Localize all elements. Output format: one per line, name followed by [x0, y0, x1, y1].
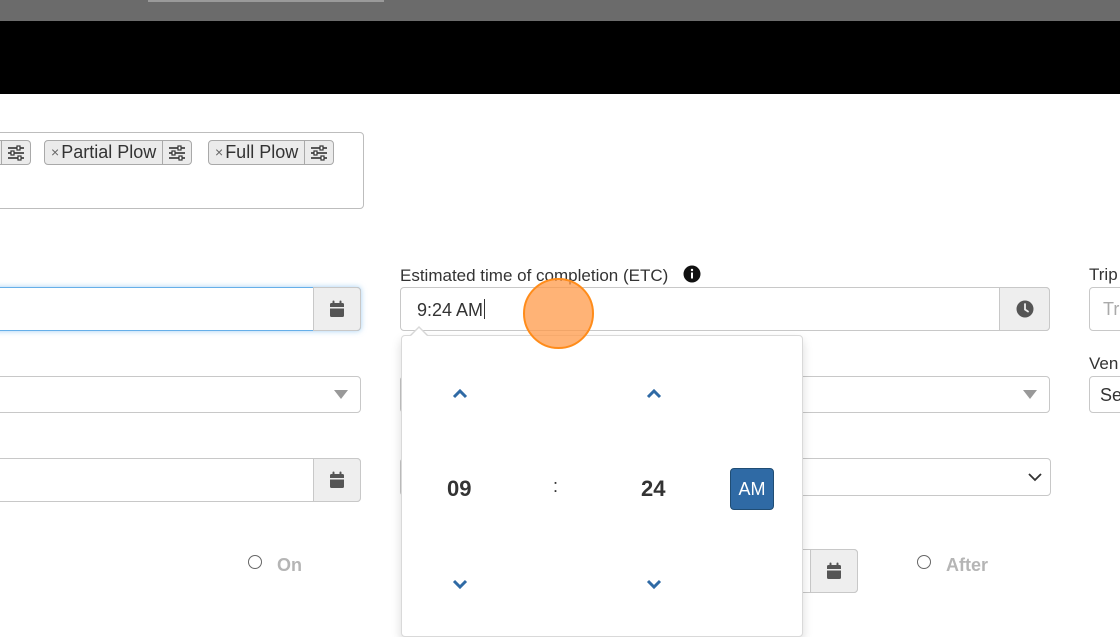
calendar-button[interactable] — [810, 549, 858, 593]
calendar-button[interactable] — [313, 287, 361, 331]
tag-item — [0, 140, 31, 165]
trip-label: Trip — [1089, 265, 1118, 284]
etc-time-input[interactable]: 9:24 AM — [400, 287, 1050, 331]
decrement-minute-button[interactable] — [639, 569, 669, 599]
trip-input[interactable]: Tr — [1089, 287, 1120, 331]
chevron-up-icon — [452, 389, 468, 399]
calendar-icon — [330, 471, 344, 488]
meridian-toggle-button[interactable]: AM — [730, 468, 774, 510]
browser-tab[interactable] — [148, 0, 384, 2]
browser-chrome — [0, 0, 1120, 21]
chevron-up-icon — [646, 389, 662, 399]
radio-after[interactable] — [917, 555, 931, 569]
calendar-icon — [827, 562, 841, 579]
clock-icon — [1016, 300, 1033, 318]
sliders-icon — [8, 144, 24, 161]
radio-on-label: On — [277, 555, 302, 575]
etc-time-text: 9:24 AM — [417, 300, 484, 320]
clock-button[interactable] — [999, 287, 1050, 331]
text-caret — [484, 299, 486, 319]
minute-value[interactable]: 24 — [641, 476, 665, 502]
hour-value[interactable]: 09 — [447, 476, 471, 502]
increment-hour-button[interactable] — [445, 379, 475, 409]
start-date-input[interactable] — [0, 287, 361, 331]
picker-arrow-inner — [411, 328, 427, 336]
decrement-hour-button[interactable] — [445, 569, 475, 599]
chevron-down-icon — [452, 579, 468, 589]
info-icon[interactable] — [683, 265, 701, 283]
sliders-icon — [169, 144, 186, 161]
caret-down-icon — [334, 390, 348, 399]
caret-down-icon — [1023, 390, 1037, 399]
calendar-icon — [330, 300, 344, 317]
time-separator: : — [553, 476, 559, 496]
increment-minute-button[interactable] — [639, 379, 669, 409]
tag-label: Full Plow — [225, 142, 299, 162]
tag-item: × Full Plow — [208, 140, 335, 165]
tag-remove-button[interactable]: × — [209, 141, 225, 164]
vendor-value: Se — [1100, 385, 1120, 405]
service-tags-input[interactable]: × Partial Plow × Full Plow — [0, 132, 364, 209]
tag-remove-button[interactable]: × — [45, 141, 61, 164]
vendor-label: Ven — [1089, 354, 1119, 373]
left-select[interactable] — [0, 376, 361, 413]
chevron-down-icon — [1028, 473, 1042, 482]
left-date-input[interactable] — [0, 458, 361, 502]
tag-item: × Partial Plow — [44, 140, 193, 165]
tag-settings-button[interactable] — [1, 141, 30, 164]
tag-settings-button[interactable] — [162, 141, 191, 164]
tag-label: Partial Plow — [61, 142, 157, 162]
tag-settings-button[interactable] — [304, 141, 333, 164]
radio-after-label: After — [946, 555, 989, 575]
etc-time-value: 9:24 AM — [417, 299, 486, 321]
calendar-button[interactable] — [313, 458, 361, 502]
vendor-select[interactable]: Se — [1089, 376, 1120, 413]
etc-label-text: Estimated time of completion (ETC) — [400, 266, 669, 285]
sliders-icon — [311, 144, 328, 161]
chevron-down-icon — [646, 579, 662, 589]
trip-placeholder: Tr — [1103, 299, 1120, 319]
app-header-bar — [0, 21, 1120, 94]
click-indicator — [523, 278, 594, 349]
radio-on[interactable] — [248, 555, 262, 569]
